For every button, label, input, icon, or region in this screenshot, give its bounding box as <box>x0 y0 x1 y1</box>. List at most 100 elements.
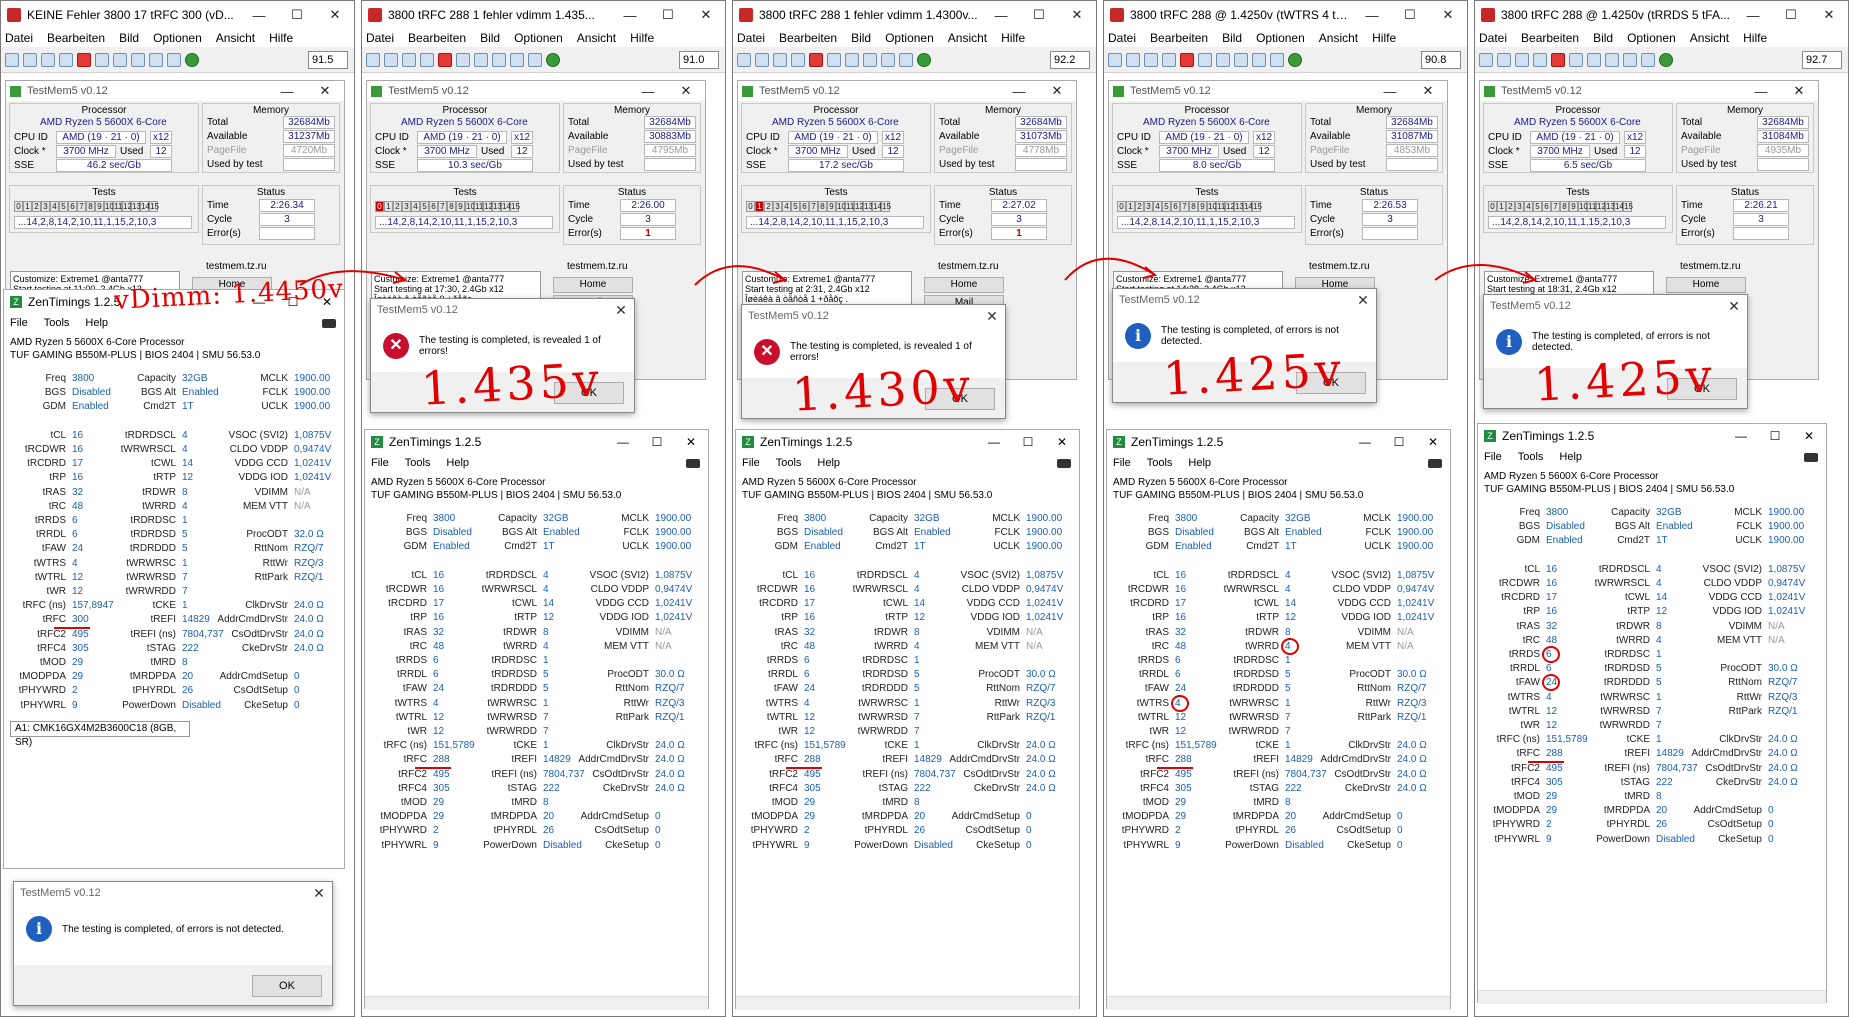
dialog-close-button[interactable]: ✕ <box>979 308 1005 325</box>
save-icon[interactable] <box>1515 52 1529 67</box>
menu-item-hilfe[interactable]: Hilfe <box>630 31 654 45</box>
menu-item-help[interactable]: Help <box>817 457 840 469</box>
zoom-icon[interactable] <box>899 52 913 67</box>
close-button[interactable]: ✕ <box>1058 7 1096 23</box>
open-icon[interactable] <box>366 52 380 67</box>
home-button[interactable]: Home <box>924 277 1004 293</box>
menu-item-ansicht[interactable]: Ansicht <box>216 31 255 45</box>
home-button[interactable]: Home <box>1666 277 1746 293</box>
save-icon[interactable] <box>1162 52 1176 67</box>
undo-icon[interactable] <box>1252 52 1266 67</box>
close-button[interactable]: ✕ <box>1780 83 1818 99</box>
camera-icon[interactable] <box>1804 452 1818 462</box>
maximize-button[interactable]: ☐ <box>1772 7 1810 23</box>
menu-item-datei[interactable]: Datei <box>366 31 394 45</box>
menu-item-optionen[interactable]: Optionen <box>153 31 202 45</box>
maximize-button[interactable]: ☐ <box>640 435 674 449</box>
menu-item-file[interactable]: File <box>742 457 760 469</box>
menu-item-optionen[interactable]: Optionen <box>1256 31 1305 45</box>
dialog-close-button[interactable]: ✕ <box>306 885 332 902</box>
cut-icon[interactable] <box>827 52 841 67</box>
save-icon[interactable] <box>420 52 434 67</box>
dimm-select[interactable]: A1: CMK16GX4M2B3600C18 (8GB, SR) <box>10 720 190 748</box>
menu-item-hilfe[interactable]: Hilfe <box>269 31 293 45</box>
menu-item-datei[interactable]: Datei <box>5 31 33 45</box>
undo-icon[interactable] <box>510 52 524 67</box>
minimize-button[interactable]: — <box>1371 84 1409 99</box>
menu-item-tools[interactable]: Tools <box>405 457 431 469</box>
info-icon[interactable] <box>185 52 199 67</box>
close-button[interactable]: ✕ <box>316 7 354 23</box>
horizontal-scrollbar[interactable] <box>1107 996 1450 1010</box>
dialog-close-button[interactable]: ✕ <box>1350 292 1376 309</box>
maximize-button[interactable]: ☐ <box>1011 435 1045 449</box>
dialog-close-button[interactable]: ✕ <box>1721 298 1747 315</box>
cut-icon[interactable] <box>1569 52 1583 67</box>
maximize-button[interactable]: ☐ <box>278 7 316 23</box>
zoom-icon[interactable] <box>1270 52 1284 67</box>
menu-item-bearbeiten[interactable]: Bearbeiten <box>47 31 105 45</box>
copy-icon[interactable] <box>845 52 859 67</box>
menu-item-ansicht[interactable]: Ansicht <box>1319 31 1358 45</box>
delete-icon[interactable] <box>77 52 91 67</box>
info-icon[interactable] <box>1288 52 1302 67</box>
horizontal-scrollbar[interactable] <box>1478 990 1826 1004</box>
cut-icon[interactable] <box>1198 52 1212 67</box>
info-icon[interactable] <box>546 52 560 67</box>
save-icon[interactable] <box>1126 52 1140 67</box>
menu-item-bild[interactable]: Bild <box>480 31 500 45</box>
minimize-button[interactable]: — <box>1348 435 1382 449</box>
paste-icon[interactable] <box>492 52 506 67</box>
paste-icon[interactable] <box>1605 52 1619 67</box>
menu-item-bearbeiten[interactable]: Bearbeiten <box>408 31 466 45</box>
minimize-button[interactable]: — <box>240 8 278 23</box>
close-button[interactable]: ✕ <box>667 83 705 99</box>
minimize-button[interactable]: — <box>629 84 667 99</box>
minimize-button[interactable]: — <box>1742 84 1780 99</box>
save-icon[interactable] <box>1497 52 1511 67</box>
save-icon[interactable] <box>773 52 787 67</box>
delete-icon[interactable] <box>438 52 452 67</box>
menu-item-help[interactable]: Help <box>1559 451 1582 463</box>
home-button[interactable]: Home <box>553 277 633 293</box>
maximize-button[interactable]: ☐ <box>1382 435 1416 449</box>
close-button[interactable]: ✕ <box>1045 435 1079 449</box>
delete-icon[interactable] <box>1551 52 1565 67</box>
menu-item-file[interactable]: File <box>371 457 389 469</box>
save-icon[interactable] <box>384 52 398 67</box>
minimize-button[interactable]: — <box>1353 8 1391 23</box>
zoom-input[interactable]: 92.2 <box>1050 50 1090 69</box>
menu-item-file[interactable]: File <box>10 317 28 329</box>
menu-item-bearbeiten[interactable]: Bearbeiten <box>1150 31 1208 45</box>
minimize-button[interactable]: — <box>611 8 649 23</box>
save-icon[interactable] <box>755 52 769 67</box>
camera-icon[interactable] <box>1057 458 1071 468</box>
camera-icon[interactable] <box>322 318 336 328</box>
zoom-icon[interactable] <box>528 52 542 67</box>
copy-icon[interactable] <box>1216 52 1230 67</box>
menu-item-datei[interactable]: Datei <box>1108 31 1136 45</box>
minimize-button[interactable]: — <box>268 84 306 99</box>
dialog-close-button[interactable]: ✕ <box>608 302 634 319</box>
menu-item-optionen[interactable]: Optionen <box>885 31 934 45</box>
menu-item-tools[interactable]: Tools <box>776 457 802 469</box>
menu-item-ansicht[interactable]: Ansicht <box>1690 31 1729 45</box>
save-icon[interactable] <box>791 52 805 67</box>
info-icon[interactable] <box>1659 52 1673 67</box>
menu-item-tools[interactable]: Tools <box>1518 451 1544 463</box>
delete-icon[interactable] <box>809 52 823 67</box>
paste-icon[interactable] <box>863 52 877 67</box>
menu-item-hilfe[interactable]: Hilfe <box>1001 31 1025 45</box>
zoom-input[interactable]: 92.7 <box>1802 50 1842 69</box>
maximize-button[interactable]: ☐ <box>649 7 687 23</box>
save-icon[interactable] <box>402 52 416 67</box>
ok-button[interactable]: OK <box>252 975 322 997</box>
menu-item-file[interactable]: File <box>1113 457 1131 469</box>
menu-item-hilfe[interactable]: Hilfe <box>1743 31 1767 45</box>
menu-item-ansicht[interactable]: Ansicht <box>577 31 616 45</box>
minimize-button[interactable]: — <box>606 435 640 449</box>
copy-icon[interactable] <box>474 52 488 67</box>
save-icon[interactable] <box>59 52 73 67</box>
menu-item-help[interactable]: Help <box>85 317 108 329</box>
undo-icon[interactable] <box>881 52 895 67</box>
